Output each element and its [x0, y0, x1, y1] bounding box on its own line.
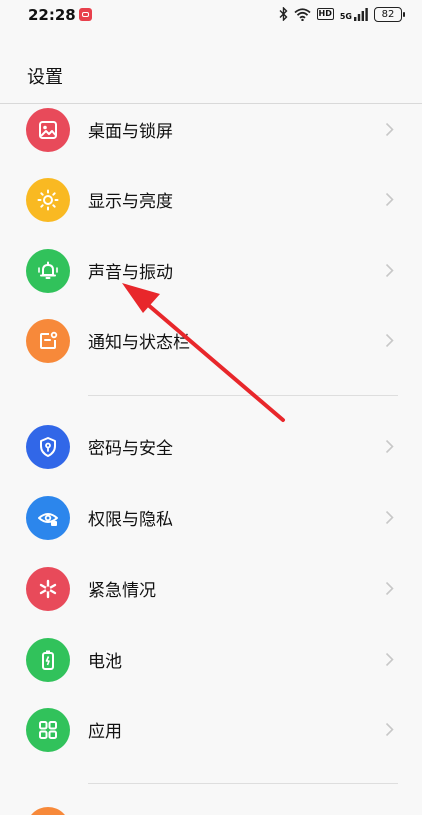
- settings-item-label: 应用: [88, 722, 122, 742]
- settings-item-emergency[interactable]: 紧急情况: [0, 555, 422, 625]
- chevron-right-icon: [385, 511, 394, 524]
- status-bar: 22:28 HD 5G 82: [0, 0, 422, 30]
- settings-item-apps[interactable]: 应用: [0, 696, 422, 766]
- notification-app-icon: [79, 8, 92, 21]
- notification-icon: [40, 331, 58, 349]
- settings-item-label: 声音与振动: [88, 263, 173, 283]
- asterisk-icon: [39, 579, 57, 599]
- chevron-right-icon: [385, 440, 394, 453]
- status-icons: HD 5G 82: [279, 5, 405, 23]
- settings-item-label: 权限与隐私: [88, 510, 173, 530]
- bell-icon: [38, 261, 58, 279]
- section-divider: [88, 395, 398, 396]
- chevron-right-icon: [385, 653, 394, 666]
- icon-circle: [26, 638, 70, 682]
- apps-grid-icon: [39, 721, 57, 739]
- icon-circle: [26, 249, 70, 293]
- settings-item-label: 密码与安全: [88, 439, 173, 459]
- hd-badge: HD: [316, 8, 334, 20]
- shield-key-icon: [40, 437, 56, 457]
- wifi-icon: [293, 7, 311, 21]
- icon-circle: [26, 425, 70, 469]
- battery-level: 82: [381, 8, 395, 20]
- settings-item-label: 电池: [88, 652, 122, 672]
- icon-circle: [26, 178, 70, 222]
- icon-circle: [26, 708, 70, 752]
- icon-circle: [26, 319, 70, 363]
- header-divider: [0, 103, 422, 104]
- chevron-right-icon: [385, 193, 394, 206]
- icon-circle: [26, 567, 70, 611]
- chevron-right-icon: [385, 264, 394, 277]
- signal-5g-icon: 5G: [339, 7, 368, 21]
- chevron-right-icon: [385, 723, 394, 736]
- image-icon: [39, 121, 57, 139]
- next-item-icon-partial: [26, 807, 70, 815]
- network-type-label: 5G: [339, 11, 352, 21]
- sun-icon: [37, 189, 59, 211]
- settings-item-label: 显示与亮度: [88, 192, 173, 212]
- settings-item-display-brightness[interactable]: 显示与亮度: [0, 166, 422, 236]
- settings-list: 桌面与锁屏 显示与亮度 声音与振动 通知与状态栏 密码与安全 权限与隐私 紧急情…: [0, 96, 422, 815]
- battery-icon: [42, 650, 54, 670]
- section-divider: [88, 783, 398, 784]
- chevron-right-icon: [385, 582, 394, 595]
- settings-item-label: 通知与状态栏: [88, 333, 190, 353]
- settings-item-sound-vibration[interactable]: 声音与振动: [0, 237, 422, 307]
- battery-indicator: 82: [374, 6, 405, 22]
- eye-lock-icon: [38, 513, 58, 526]
- icon-circle: [26, 108, 70, 152]
- settings-item-desktop-lockscreen[interactable]: 桌面与锁屏: [0, 96, 422, 166]
- chevron-right-icon: [385, 334, 394, 347]
- chevron-right-icon: [385, 123, 394, 136]
- status-time: 22:28: [28, 6, 76, 24]
- settings-item-label: 紧急情况: [88, 581, 156, 601]
- settings-item-notification-statusbar[interactable]: 通知与状态栏: [0, 307, 422, 377]
- page-title: 设置: [27, 67, 63, 88]
- settings-item-battery[interactable]: 电池: [0, 626, 422, 696]
- settings-item-label: 桌面与锁屏: [88, 122, 173, 142]
- settings-item-permissions-privacy[interactable]: 权限与隐私: [0, 484, 422, 554]
- settings-item-password-security[interactable]: 密码与安全: [0, 413, 422, 483]
- signal-bars-icon: [354, 7, 368, 21]
- bluetooth-icon: [279, 7, 288, 21]
- icon-circle: [26, 496, 70, 540]
